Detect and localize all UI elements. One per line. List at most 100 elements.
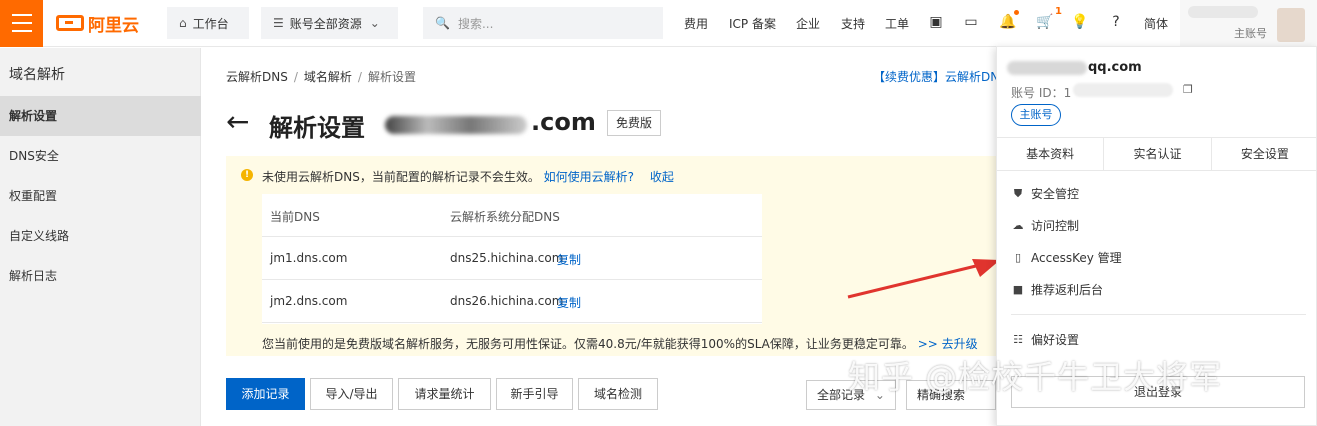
account-id-prefix: 1 — [1063, 86, 1072, 100]
menu-item-preferences[interactable]: ☷ 偏好设置 — [1011, 331, 1079, 348]
app-icon[interactable]: ▣ — [926, 12, 946, 32]
menu-item-referral[interactable]: ■ 推荐返利后台 — [1011, 281, 1103, 298]
avatar[interactable] — [1277, 8, 1305, 42]
menu-item-label: 偏好设置 — [1031, 333, 1080, 347]
email-suffix: qq.com — [1088, 60, 1142, 75]
menu-item-security-control[interactable]: ⛊ 安全管控 — [1011, 185, 1079, 202]
current-dns: jm1.dns.com — [270, 251, 348, 265]
sidebar-title: 域名解析 — [9, 67, 65, 83]
table-row: jm2.dns.com dns26.hichina.com 复制 — [262, 280, 762, 323]
account-id-redacted — [1073, 83, 1173, 97]
back-arrow-icon[interactable]: ← — [226, 108, 249, 136]
book-icon: ■ — [1012, 283, 1024, 296]
sidebar-item-dns-security[interactable]: DNS安全 — [0, 136, 201, 176]
top-navbar: 阿里云 ⌂ 工作台 ☰ 账号全部资源 ⌄ 🔍 搜索... 费用 ICP 备案 企… — [0, 0, 1317, 47]
lightbulb-icon[interactable]: 💡 — [1070, 12, 1090, 32]
domain-redacted — [385, 116, 527, 134]
table-header: 当前DNS 云解析系统分配DNS — [262, 194, 762, 237]
nav-link-support[interactable]: 支持 — [841, 15, 865, 32]
import-export-button[interactable]: 导入/导出 — [310, 378, 393, 410]
tab-verification[interactable]: 实名认证 — [1104, 138, 1212, 170]
annotation-arrow — [847, 259, 1000, 299]
menu-item-accesskey[interactable]: ▯ AccessKey 管理 — [1011, 249, 1122, 266]
sidebar-item-logs[interactable]: 解析日志 — [0, 256, 201, 296]
resource-label: 账号全部资源 — [289, 16, 362, 31]
main-account-tag: 主账号 — [1011, 104, 1061, 126]
copy-button[interactable]: 复制 — [557, 251, 581, 268]
account-tabs: 基本资料 实名认证 安全设置 — [997, 137, 1317, 171]
upgrade-link[interactable]: >> 去升级 — [918, 337, 978, 351]
assigned-dns: dns25.hichina.com — [450, 251, 564, 265]
search-placeholder: 搜索... — [457, 16, 494, 31]
help-link[interactable]: 如何使用云解析? — [544, 170, 634, 184]
terminal-icon[interactable]: ▭ — [961, 12, 981, 32]
notification-dot — [1014, 10, 1019, 15]
column-header: 当前DNS — [270, 210, 320, 224]
dns-table: 当前DNS 云解析系统分配DNS jm1.dns.com dns25.hichi… — [262, 194, 762, 324]
menu-item-label: 安全管控 — [1031, 187, 1080, 201]
sidebar: 域名解析 解析设置 DNS安全 权重配置 自定义线路 解析日志 — [0, 48, 201, 426]
sliders-icon: ☷ — [1013, 333, 1023, 346]
key-icon: ▯ — [1014, 251, 1022, 264]
breadcrumb: 云解析DNS / 域名解析 / 解析设置 — [226, 70, 416, 84]
nav-link-enterprise[interactable]: 企业 — [796, 15, 820, 32]
domain-suffix: .com — [531, 108, 596, 136]
account-id-label: 账号 ID： — [1011, 86, 1064, 100]
list-icon: ☰ — [273, 16, 284, 30]
email-redacted — [1007, 61, 1087, 75]
menu-icon[interactable] — [0, 0, 43, 47]
nav-link-ticket[interactable]: 工单 — [885, 15, 909, 32]
notice-text: 未使用云解析DNS，当前配置的解析记录不会生效。 如何使用云解析? 收起 — [262, 168, 674, 185]
menu-item-label: 推荐返利后台 — [1031, 283, 1104, 297]
menu-item-label: AccessKey 管理 — [1031, 251, 1122, 265]
chevron-down-icon: ⌄ — [369, 16, 380, 30]
breadcrumb-dns[interactable]: 云解析DNS — [226, 70, 288, 84]
language-switch[interactable]: 简体 — [1144, 15, 1168, 32]
menu-item-label: 访问控制 — [1031, 219, 1080, 233]
aliyun-logo-icon — [56, 15, 84, 31]
watermark-text: 知乎 @检校千牛卫大将军 — [848, 358, 1223, 396]
sla-message: 您当前使用的是免费版域名解析服务，无服务可用性保证。仅需40.8元/年就能获得1… — [262, 337, 914, 351]
current-dns: jm2.dns.com — [270, 294, 348, 308]
tab-profile[interactable]: 基本资料 — [997, 138, 1105, 170]
tab-security[interactable]: 安全设置 — [1212, 138, 1317, 170]
cart-badge: 1 — [1055, 6, 1062, 17]
request-stats-button[interactable]: 请求量统计 — [398, 378, 491, 410]
notice-message: 未使用云解析DNS，当前配置的解析记录不会生效。 — [262, 170, 540, 184]
sidebar-item-custom-line[interactable]: 自定义线路 — [0, 216, 201, 256]
copy-button[interactable]: 复制 — [557, 294, 581, 311]
divider — [1011, 314, 1306, 315]
assigned-dns: dns26.hichina.com — [450, 294, 564, 308]
sidebar-item-dns-settings[interactable]: 解析设置 — [0, 96, 201, 136]
add-record-button[interactable]: 添加记录 — [226, 378, 305, 410]
sidebar-item-weight[interactable]: 权重配置 — [0, 176, 201, 216]
page-title: 解析设置 — [269, 114, 365, 142]
warning-icon: ! — [241, 169, 253, 181]
guide-button[interactable]: 新手引导 — [496, 378, 573, 410]
collapse-link[interactable]: 收起 — [650, 170, 674, 184]
bell-icon[interactable]: 🔔 — [998, 12, 1018, 32]
breadcrumb-current: 解析设置 — [367, 70, 416, 84]
cart-icon[interactable]: 🛒 — [1035, 12, 1055, 32]
help-icon[interactable]: ? — [1106, 12, 1126, 32]
column-header: 云解析系统分配DNS — [450, 210, 560, 224]
nav-link-icp[interactable]: ICP 备案 — [729, 15, 776, 32]
workbench-button[interactable]: ⌂ 工作台 — [167, 7, 249, 39]
search-input[interactable]: 🔍 搜索... — [423, 7, 663, 39]
promo-link[interactable]: 【续费优惠】云解析DNS — [873, 68, 1007, 85]
logo-text: 阿里云 — [88, 15, 139, 36]
menu-item-access-control[interactable]: ☁ 访问控制 — [1011, 217, 1080, 234]
table-row: jm1.dns.com dns25.hichina.com 复制 — [262, 237, 762, 280]
username-redacted — [1188, 6, 1258, 18]
domain-check-button[interactable]: 域名检测 — [578, 378, 658, 410]
cloud-icon: ☁ — [1012, 219, 1024, 232]
shield-icon: ⛊ — [1013, 186, 1023, 200]
breadcrumb-domain[interactable]: 域名解析 — [304, 70, 352, 84]
aliyun-logo[interactable]: 阿里云 — [56, 12, 139, 36]
nav-link-billing[interactable]: 费用 — [684, 15, 708, 32]
search-icon: 🔍 — [435, 16, 450, 30]
edition-badge: 免费版 — [607, 110, 661, 136]
copy-icon[interactable]: ❐ — [1183, 83, 1193, 96]
resource-selector[interactable]: ☰ 账号全部资源 ⌄ — [261, 7, 398, 39]
account-id: 账号 ID：1 — [1011, 84, 1071, 101]
